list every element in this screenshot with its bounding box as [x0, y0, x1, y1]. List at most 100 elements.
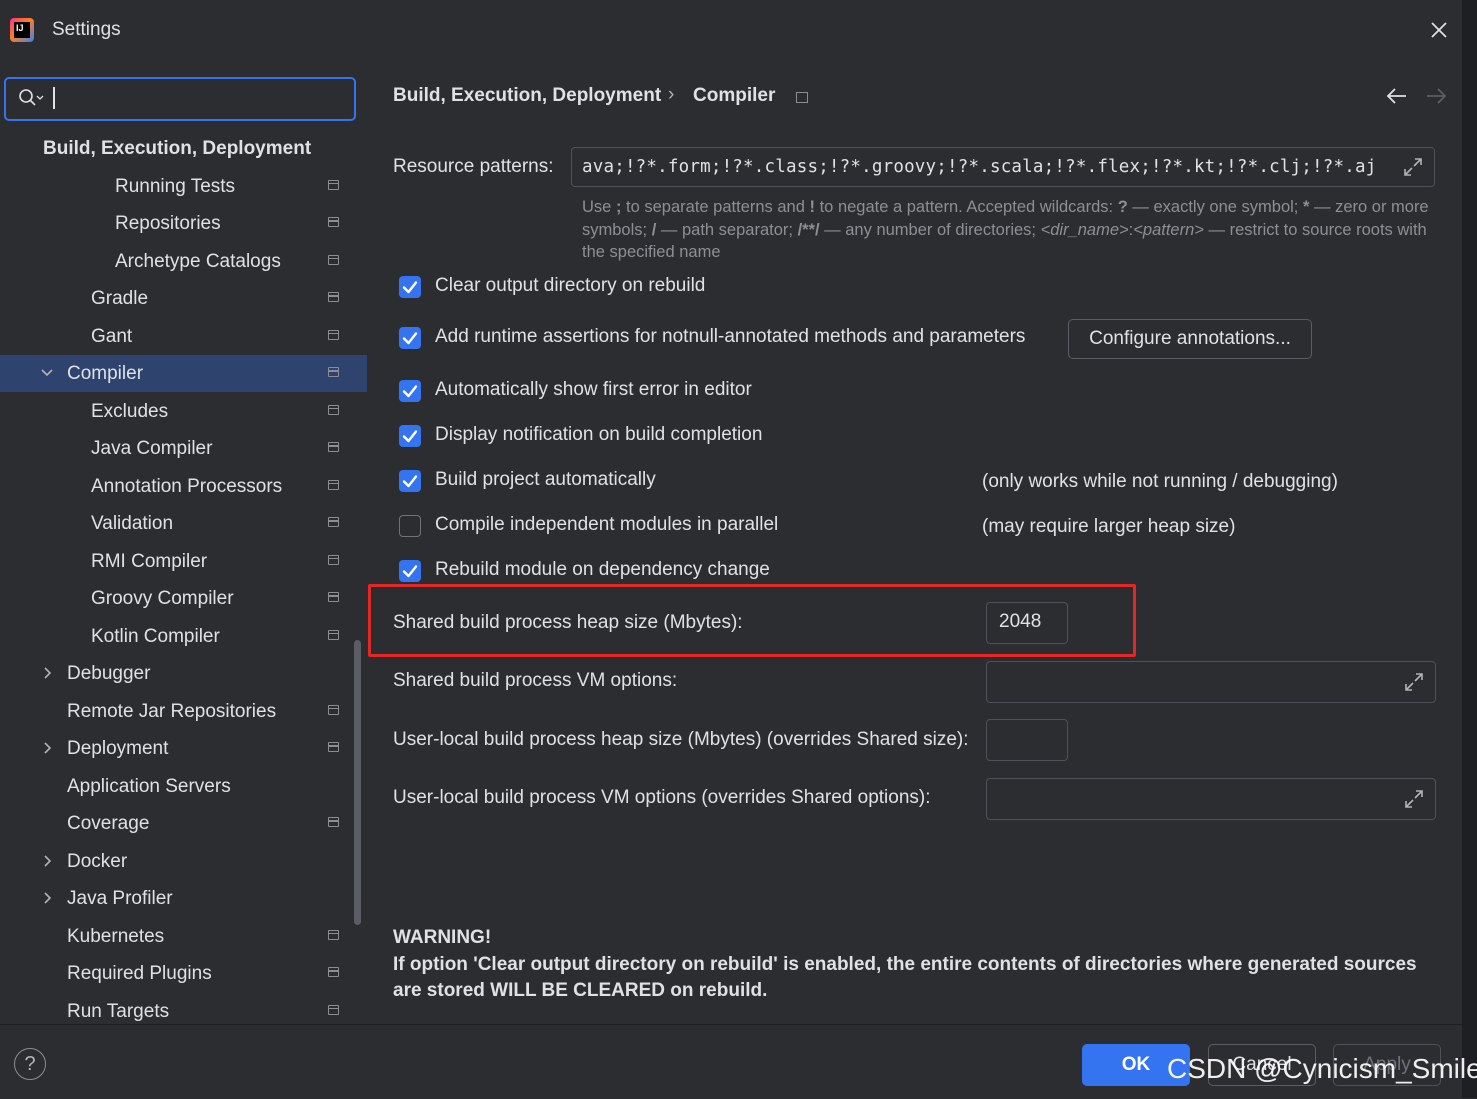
sidebar-scrollbar[interactable] — [354, 640, 361, 925]
resource-patterns-field[interactable]: ava;!?*.form;!?*.class;!?*.groovy;!?*.sc… — [571, 147, 1435, 187]
checkbox-checked[interactable] — [399, 327, 421, 349]
project-level-icon — [328, 254, 339, 265]
sidebar-item-label: Gant — [91, 325, 133, 347]
checkmark-icon — [402, 385, 418, 398]
project-level-icon — [328, 517, 339, 527]
project-level-icon — [328, 217, 339, 227]
sidebar-item[interactable]: Compiler — [0, 355, 367, 392]
option-note: (only works while not running / debuggin… — [982, 471, 1338, 492]
option-note: (may require larger heap size) — [982, 516, 1236, 537]
project-level-icon — [328, 179, 339, 190]
user-heap-input[interactable] — [986, 719, 1068, 761]
project-level-icon — [328, 292, 339, 302]
shared-heap-input[interactable]: 2048 — [986, 602, 1068, 644]
project-level-icon — [328, 929, 339, 940]
resource-patterns-help: Use ; to separate patterns and ! to nega… — [582, 198, 1429, 261]
project-level-icon — [328, 592, 339, 602]
sidebar-item[interactable]: RMI Compiler — [0, 543, 367, 580]
sidebar-item-label: Required Plugins — [67, 963, 212, 984]
breadcrumb-current: Compiler — [693, 85, 776, 106]
sidebar-item-label: Build, Execution, Deployment — [43, 138, 312, 159]
sidebar-item[interactable]: Excludes — [0, 393, 367, 430]
sidebar-item-label: Groovy Compiler — [91, 588, 234, 609]
expand-icon[interactable] — [1402, 156, 1424, 178]
help-icon[interactable]: ? — [14, 1048, 46, 1080]
sidebar-item[interactable]: Debugger — [0, 655, 367, 692]
checkbox-checked[interactable] — [399, 560, 421, 582]
shared-vm-input[interactable] — [986, 661, 1436, 703]
sidebar-item-label: Java Compiler — [91, 438, 213, 459]
checkbox-checked[interactable] — [399, 276, 421, 298]
sidebar-item[interactable]: Running Tests — [0, 168, 367, 205]
sidebar-item-label: Java Profiler — [67, 888, 173, 909]
option-label: Clear output directory on rebuild — [435, 275, 706, 296]
sidebar-item-label: Running Tests — [115, 175, 236, 197]
checkmark-icon — [402, 565, 418, 578]
sidebar-item-label: Excludes — [91, 400, 169, 422]
breadcrumb-parent[interactable]: Build, Execution, Deployment — [393, 85, 661, 107]
sidebar-item-label: Repositories — [115, 213, 221, 234]
sidebar-item[interactable]: Archetype Catalogs — [0, 243, 367, 280]
option-label: Build project automatically — [435, 469, 656, 490]
sidebar-item-label: Application Servers — [67, 775, 231, 797]
expand-icon[interactable] — [1403, 671, 1425, 693]
expand-icon[interactable] — [1403, 788, 1425, 810]
sidebar-item[interactable]: Repositories — [0, 205, 367, 242]
checkmark-icon — [402, 281, 418, 294]
watermark: CSDN @Cynicism_Smile — [1167, 1053, 1477, 1084]
search-icon[interactable] — [18, 88, 44, 108]
search-input[interactable] — [4, 77, 356, 121]
option-label: Display notification on build completion — [435, 424, 763, 445]
checkbox-checked[interactable] — [399, 380, 421, 402]
checkbox-checked[interactable] — [399, 470, 421, 492]
sidebar-item-label: Archetype Catalogs — [115, 250, 281, 272]
sidebar-item-label: Debugger — [67, 663, 151, 684]
sidebar-item[interactable]: Build, Execution, Deployment — [0, 130, 367, 167]
checkbox-checked[interactable] — [399, 425, 421, 447]
sidebar-item-label: Deployment — [67, 738, 169, 759]
project-level-icon — [328, 442, 339, 452]
project-level-icon — [328, 367, 339, 377]
sidebar-item[interactable]: Java Profiler — [0, 880, 367, 917]
sidebar-item[interactable]: Docker — [0, 843, 367, 880]
sidebar-item[interactable]: Java Compiler — [0, 430, 367, 467]
configure-annotations-button[interactable]: Configure annotations... — [1068, 319, 1312, 359]
title-bar — [0, 0, 1477, 62]
sidebar-item[interactable]: Validation — [0, 505, 367, 542]
shared-heap-value: 2048 — [999, 611, 1042, 632]
sidebar-item[interactable]: Gradle — [0, 280, 367, 317]
sidebar-item[interactable]: Application Servers — [0, 768, 367, 805]
resource-patterns-value: ava;!?*.form;!?*.class;!?*.groovy;!?*.sc… — [582, 157, 1377, 177]
project-level-icon — [328, 629, 339, 640]
sidebar-item[interactable]: Deployment — [0, 730, 367, 767]
warning-title: WARNING! — [393, 927, 492, 948]
text-cursor — [53, 87, 55, 109]
user-vm-input[interactable] — [986, 778, 1436, 820]
sidebar-item-label: Gradle — [91, 288, 149, 309]
sidebar-item-label: Remote Jar Repositories — [67, 700, 277, 722]
window-edge — [1462, 0, 1477, 1098]
arrow-right-icon[interactable] — [1424, 86, 1448, 106]
checkmark-icon — [402, 430, 418, 443]
option-label: Compile independent modules in parallel — [435, 514, 779, 535]
option-label: Automatically show first error in editor — [435, 379, 752, 400]
project-level-icon — [328, 404, 339, 415]
sidebar-item-label: Kubernetes — [67, 925, 165, 947]
sidebar-item[interactable]: Coverage — [0, 805, 367, 842]
intellij-logo-icon: IJ — [10, 18, 34, 42]
sidebar-item[interactable]: Required Plugins — [0, 955, 367, 992]
checkbox-unchecked[interactable] — [399, 515, 421, 537]
sidebar-item[interactable]: Kubernetes — [0, 918, 367, 955]
sidebar-item[interactable]: Gant — [0, 318, 367, 355]
close-icon[interactable] — [1425, 16, 1453, 44]
sidebar-item[interactable]: Kotlin Compiler — [0, 618, 367, 655]
sidebar-item[interactable]: Groovy Compiler — [0, 580, 367, 617]
sidebar-item[interactable]: Remote Jar Repositories — [0, 693, 367, 730]
project-level-icon — [328, 742, 339, 752]
option-label: Rebuild module on dependency change — [435, 559, 770, 580]
arrow-left-icon[interactable] — [1385, 86, 1409, 106]
user-vm-label: User-local build process VM options (ove… — [393, 787, 931, 808]
sidebar-item[interactable]: Annotation Processors — [0, 468, 367, 505]
sidebar-item-label: Annotation Processors — [91, 475, 283, 497]
sidebar-item-label: Docker — [67, 850, 128, 872]
